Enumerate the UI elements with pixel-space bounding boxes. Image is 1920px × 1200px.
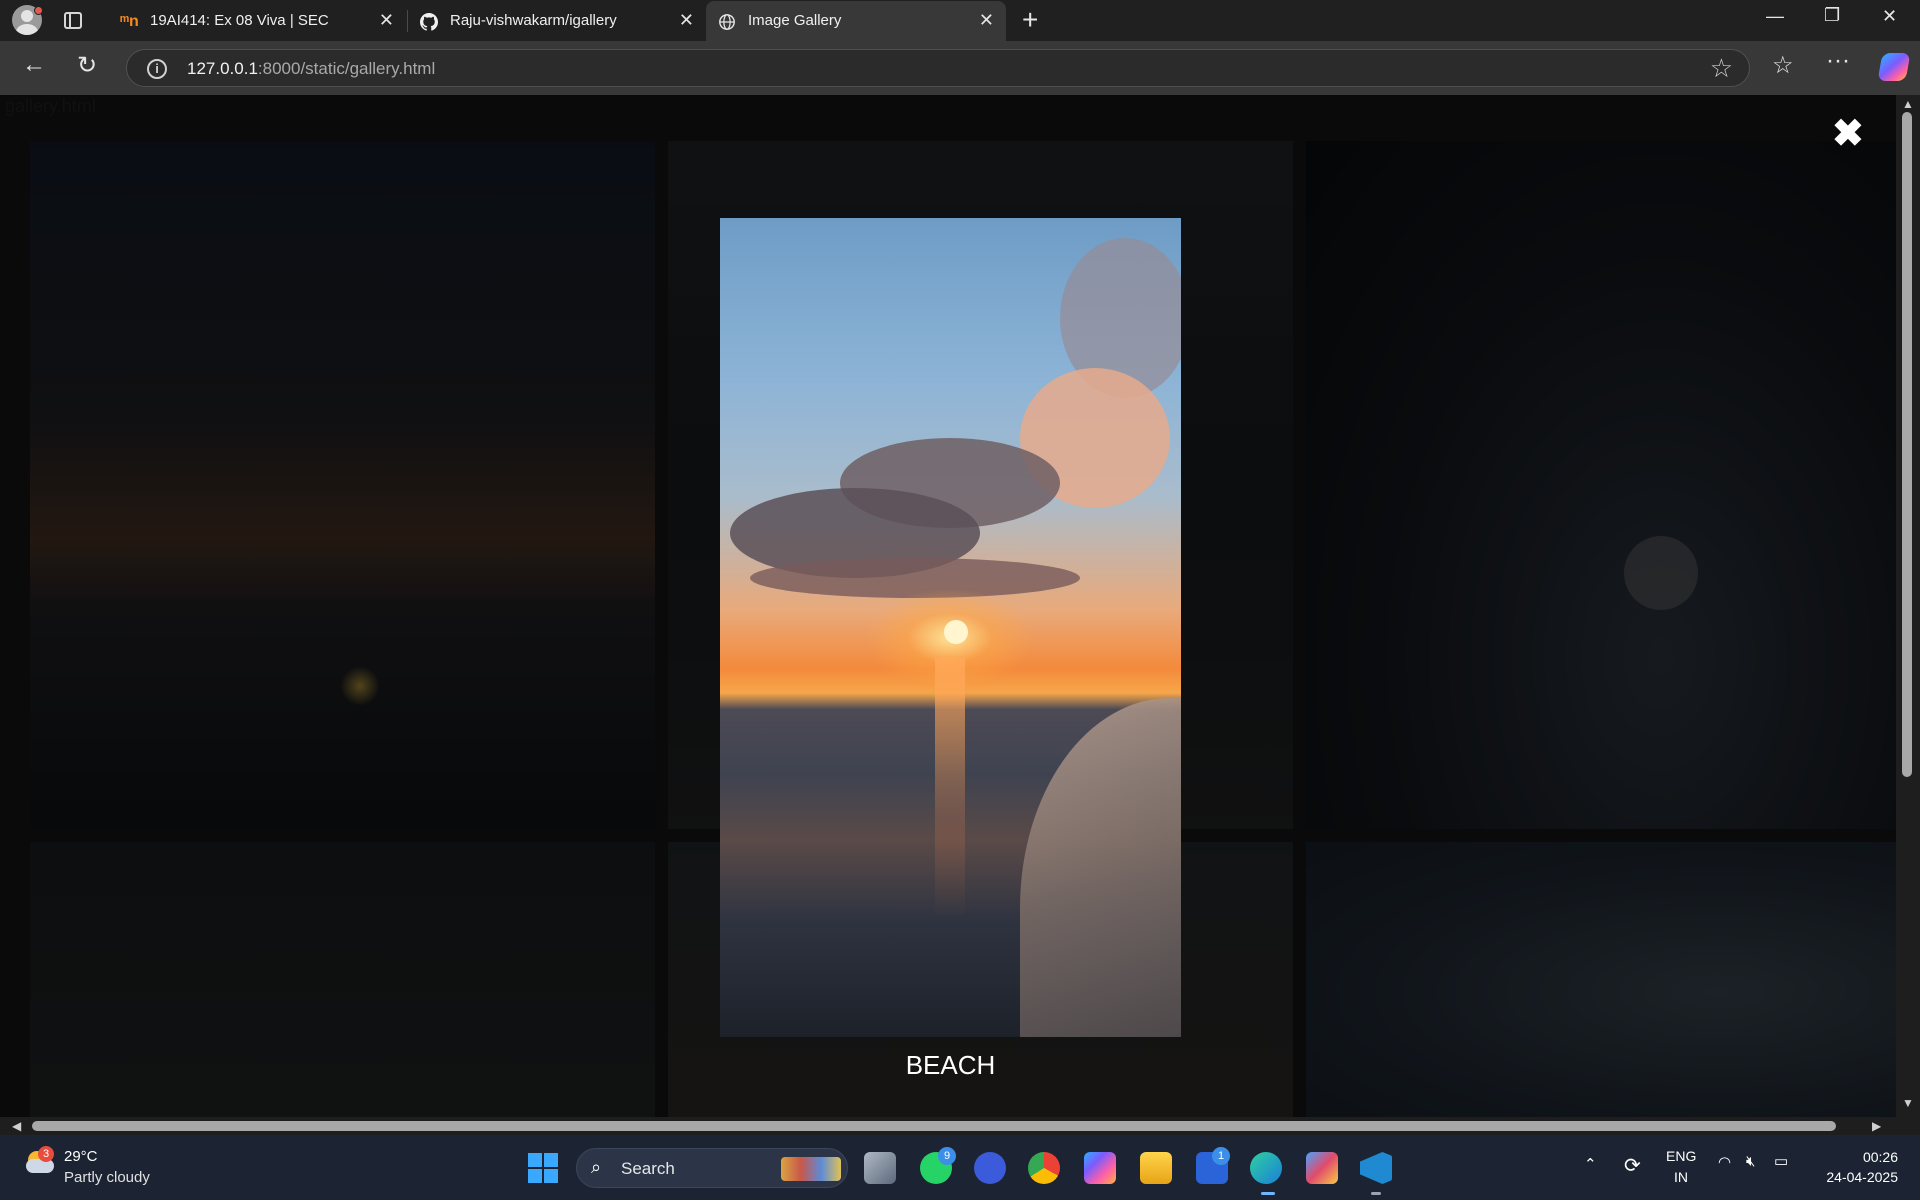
edge-icon[interactable] — [1250, 1152, 1282, 1184]
new-tab-icon[interactable]: + — [1022, 4, 1038, 36]
tray-expand-icon[interactable]: ⌃ — [1584, 1155, 1597, 1173]
clock-time: 00:26 — [1862, 1149, 1898, 1165]
search-icon: ⌕ — [591, 1157, 602, 1177]
weather-badge: 3 — [38, 1146, 54, 1162]
search-label: Search — [621, 1159, 675, 1178]
tab-image-gallery[interactable]: Image Gallery ✕ — [706, 1, 1006, 41]
start-icon[interactable] — [528, 1153, 558, 1183]
sync-icon[interactable]: ⟳ — [1624, 1153, 1641, 1178]
close-tab-icon[interactable]: ✕ — [979, 10, 994, 31]
scroll-right-icon[interactable]: ▶ — [1872, 1119, 1881, 1133]
tab-github[interactable]: Raju-vishwakarm/igallery ✕ — [408, 1, 706, 41]
vscode-icon[interactable] — [1360, 1152, 1392, 1184]
scroll-up-icon[interactable]: ▲ — [1902, 97, 1914, 111]
taskbar: 3 29°C Partly cloudy ⌕ Search 9 1 ⌃ ⟳ EN… — [0, 1135, 1920, 1200]
proton-vpn-icon[interactable] — [974, 1152, 1006, 1184]
lens-badge: 1 — [1212, 1147, 1230, 1165]
scrollbar-thumb[interactable] — [1902, 112, 1912, 777]
url-text: 127.0.0.1:8000/static/gallery.html — [187, 59, 436, 78]
close-tab-icon[interactable]: ✕ — [379, 10, 394, 31]
taskbar-search[interactable]: ⌕ Search — [576, 1148, 848, 1188]
site-info-icon[interactable]: i — [147, 59, 167, 79]
profile-notification-dot — [34, 6, 43, 15]
scroll-left-icon[interactable]: ◀ — [12, 1119, 21, 1133]
close-window-icon[interactable]: ✕ — [1882, 6, 1897, 27]
tab-title: Raju-vishwakarm/igallery — [450, 12, 617, 29]
favorites-icon[interactable]: ☆ — [1772, 51, 1794, 80]
address-bar[interactable]: i 127.0.0.1:8000/static/gallery.html ☆ — [126, 49, 1750, 87]
vertical-scrollbar[interactable]: ▲ ▼ — [1896, 95, 1920, 1135]
weather-temp[interactable]: 29°C — [64, 1148, 98, 1165]
lightbox-close-icon[interactable]: ✖ — [1832, 115, 1864, 153]
wifi-icon[interactable]: ◠ — [1718, 1153, 1731, 1171]
clock-date: 24-04-2025 — [1826, 1169, 1898, 1185]
copilot-app-icon[interactable] — [1084, 1152, 1116, 1184]
lightbox-caption: BEACH — [905, 1050, 996, 1080]
github-icon — [420, 13, 438, 31]
copilot-icon[interactable] — [1877, 53, 1911, 81]
scrollbar-thumb[interactable] — [32, 1121, 1836, 1131]
browser-toolbar: ← ↻ i 127.0.0.1:8000/static/gallery.html… — [0, 41, 1920, 95]
store-icon[interactable] — [1306, 1152, 1338, 1184]
refresh-icon[interactable]: ↻ — [77, 51, 97, 80]
globe-icon — [719, 14, 735, 30]
clock[interactable]: 00:26 24-04-2025 — [1814, 1149, 1898, 1185]
page-viewport: gallery.html ✖ BEACH ▲ ▼ ◀ ▶ — [0, 95, 1920, 1135]
file-explorer-icon[interactable] — [1140, 1152, 1172, 1184]
running-indicator — [1371, 1192, 1381, 1195]
chrome-icon[interactable] — [1028, 1152, 1060, 1184]
tab-title: Image Gallery — [748, 12, 842, 29]
moodle-icon: ᵐn — [120, 13, 139, 30]
tab-viva[interactable]: ᵐn 19AI414: Ex 08 Viva | SEC ✕ — [108, 1, 406, 41]
weather-condition[interactable]: Partly cloudy — [64, 1169, 150, 1186]
tab-actions-icon[interactable] — [64, 12, 82, 29]
back-icon[interactable]: ← — [22, 51, 46, 79]
favorite-star-icon[interactable]: ☆ — [1710, 53, 1733, 84]
language-line1[interactable]: ENG — [1666, 1148, 1696, 1164]
scroll-down-icon[interactable]: ▼ — [1902, 1096, 1914, 1110]
tab-strip: ᵐn 19AI414: Ex 08 Viva | SEC ✕ Raju-vish… — [0, 0, 1920, 41]
more-menu-icon[interactable]: ··· — [1826, 47, 1850, 75]
running-indicator — [1261, 1192, 1275, 1195]
tab-title: 19AI414: Ex 08 Viva | SEC — [150, 12, 329, 29]
page-filename: gallery.html — [5, 96, 96, 116]
battery-icon[interactable]: ▭ — [1774, 1152, 1788, 1170]
language-line2[interactable]: IN — [1674, 1169, 1688, 1185]
search-highlight-icon — [781, 1157, 841, 1181]
whatsapp-badge: 9 — [938, 1147, 956, 1165]
lightbox-image — [720, 218, 1181, 1037]
restore-icon[interactable]: ❐ — [1824, 5, 1840, 26]
minimize-icon[interactable]: — — [1766, 6, 1784, 27]
close-tab-icon[interactable]: ✕ — [679, 10, 694, 31]
task-view-icon[interactable] — [864, 1152, 896, 1184]
volume-muted-icon[interactable]: 🔇︎ — [1746, 1153, 1755, 1170]
horizontal-scrollbar[interactable]: ◀ ▶ — [0, 1117, 1896, 1135]
